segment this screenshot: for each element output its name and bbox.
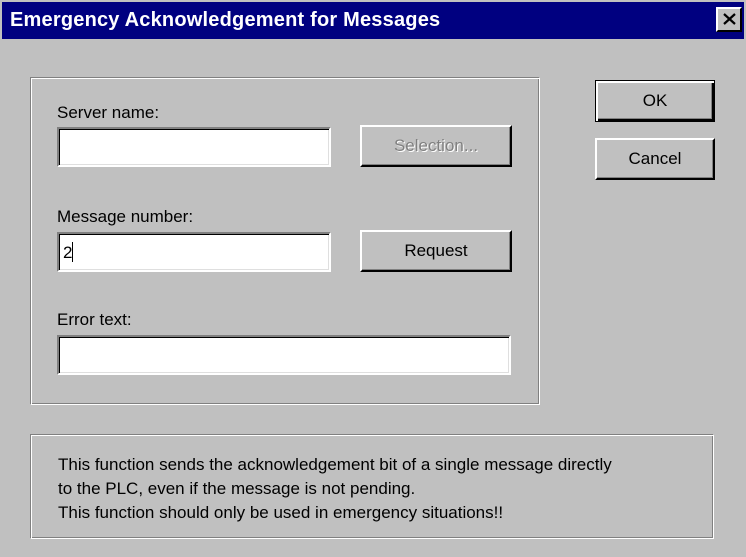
close-icon — [723, 13, 736, 25]
request-button[interactable]: Request — [360, 230, 512, 272]
message-number-value: 2 — [63, 243, 73, 262]
error-text-field[interactable] — [57, 335, 511, 375]
title-bar[interactable]: Emergency Acknowledgement for Messages — [2, 2, 744, 39]
close-button[interactable] — [716, 7, 742, 32]
text-caret — [72, 242, 74, 262]
dialog-window: Emergency Acknowledgement for Messages S… — [0, 0, 746, 557]
cancel-button[interactable]: Cancel — [595, 138, 715, 180]
info-line-1: This function sends the acknowledgement … — [58, 455, 612, 474]
message-number-input[interactable]: 2 — [57, 232, 331, 272]
error-text-label: Error text: — [57, 310, 132, 329]
window-title: Emergency Acknowledgement for Messages — [10, 9, 441, 31]
server-name-input[interactable] — [57, 127, 331, 167]
server-name-label: Server name: — [57, 103, 160, 122]
ok-button[interactable]: OK — [595, 80, 715, 122]
info-line-3: This function should only be used in eme… — [58, 503, 504, 522]
info-line-2: to the PLC, even if the message is not p… — [58, 479, 416, 498]
selection-button[interactable]: Selection... — [360, 125, 512, 167]
message-number-label: Message number: — [57, 207, 194, 226]
info-box: This function sends the acknowledgement … — [30, 434, 714, 539]
